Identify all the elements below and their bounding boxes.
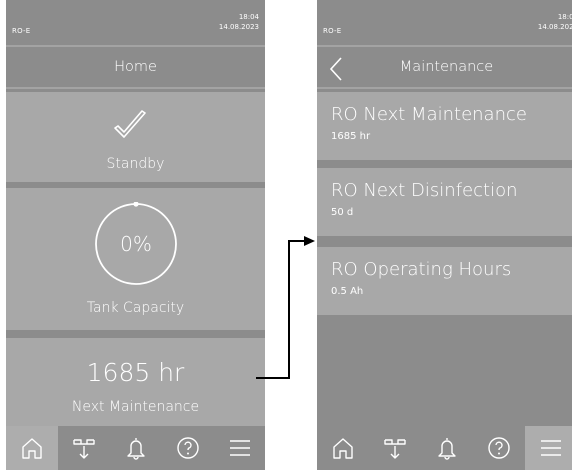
page-title: Home <box>114 59 157 75</box>
tank-capacity-value: 0% <box>120 232 152 256</box>
maintenance-screen: RO-E 18:04 14.08.2023 Maintenance RO Nex… <box>317 0 572 470</box>
bottom-nav <box>317 426 572 470</box>
next-maintenance-tile[interactable]: 1685 hr Next Maintenance <box>6 338 265 426</box>
nav-home-button[interactable] <box>317 426 369 470</box>
item-value: 0.5 Ah <box>331 286 364 297</box>
nav-drain-button[interactable] <box>58 426 110 470</box>
nav-home-button[interactable] <box>6 426 58 470</box>
clock-date: 14.08.2023 <box>218 23 259 31</box>
item-title: RO Next Disinfection <box>331 180 518 201</box>
page-title: Maintenance <box>399 59 494 75</box>
bottom-nav <box>6 426 265 470</box>
clock: 18:04 14.08.2023 <box>219 12 259 32</box>
maintenance-item-operating-hours[interactable]: RO Operating Hours 0.5 Ah <box>317 247 572 315</box>
clock-time: 18:04 <box>557 13 572 21</box>
item-value: 1685 hr <box>331 131 371 142</box>
nav-drain-button[interactable] <box>369 426 421 470</box>
tank-capacity-label: Tank Capacity <box>86 300 185 316</box>
clock-date: 14.08.2023 <box>537 23 572 31</box>
status-label: Standby <box>106 156 165 172</box>
item-value: 50 d <box>331 207 354 218</box>
next-maintenance-label: Next Maintenance <box>71 399 200 415</box>
drain-icon <box>73 439 95 459</box>
tank-capacity-tile[interactable]: 0% Tank Capacity <box>6 188 265 330</box>
status-tile[interactable]: Standby <box>6 92 265 182</box>
nav-alarm-button[interactable] <box>110 426 162 470</box>
status-bar: RO-E 18:04 14.08.2023 <box>6 0 265 42</box>
title-bar: Maintenance <box>317 45 572 89</box>
nav-menu-button[interactable] <box>525 426 572 470</box>
status-bar: RO-E 18:04 14.08.2023 <box>317 0 572 42</box>
checkmark-icon <box>114 110 146 138</box>
nav-help-button[interactable] <box>473 426 525 470</box>
maintenance-item-next-disinfection[interactable]: RO Next Disinfection 50 d <box>317 168 572 236</box>
nav-help-button[interactable] <box>162 426 214 470</box>
next-maintenance-value: 1685 hr <box>86 358 185 387</box>
item-title: RO Next Maintenance <box>331 104 527 125</box>
drain-icon <box>384 439 406 459</box>
menu-icon <box>230 440 250 456</box>
menu-icon <box>541 440 561 456</box>
maintenance-item-next-maintenance[interactable]: RO Next Maintenance 1685 hr <box>317 92 572 160</box>
home-screen: RO-E 18:04 14.08.2023 Home Standby 0% Ta… <box>6 0 265 470</box>
title-bar: Home <box>6 45 265 89</box>
help-icon <box>488 437 510 459</box>
item-title: RO Operating Hours <box>331 259 512 280</box>
home-icon <box>333 438 353 459</box>
nav-menu-button[interactable] <box>214 426 265 470</box>
clock-time: 18:04 <box>238 13 259 21</box>
help-icon <box>177 437 199 459</box>
device-model: RO-E <box>12 27 31 35</box>
bell-icon <box>438 438 456 460</box>
clock: 18:04 14.08.2023 <box>538 12 572 32</box>
bell-icon <box>127 438 145 460</box>
home-icon <box>22 438 42 459</box>
device-model: RO-E <box>323 27 342 35</box>
nav-alarm-button[interactable] <box>421 426 473 470</box>
